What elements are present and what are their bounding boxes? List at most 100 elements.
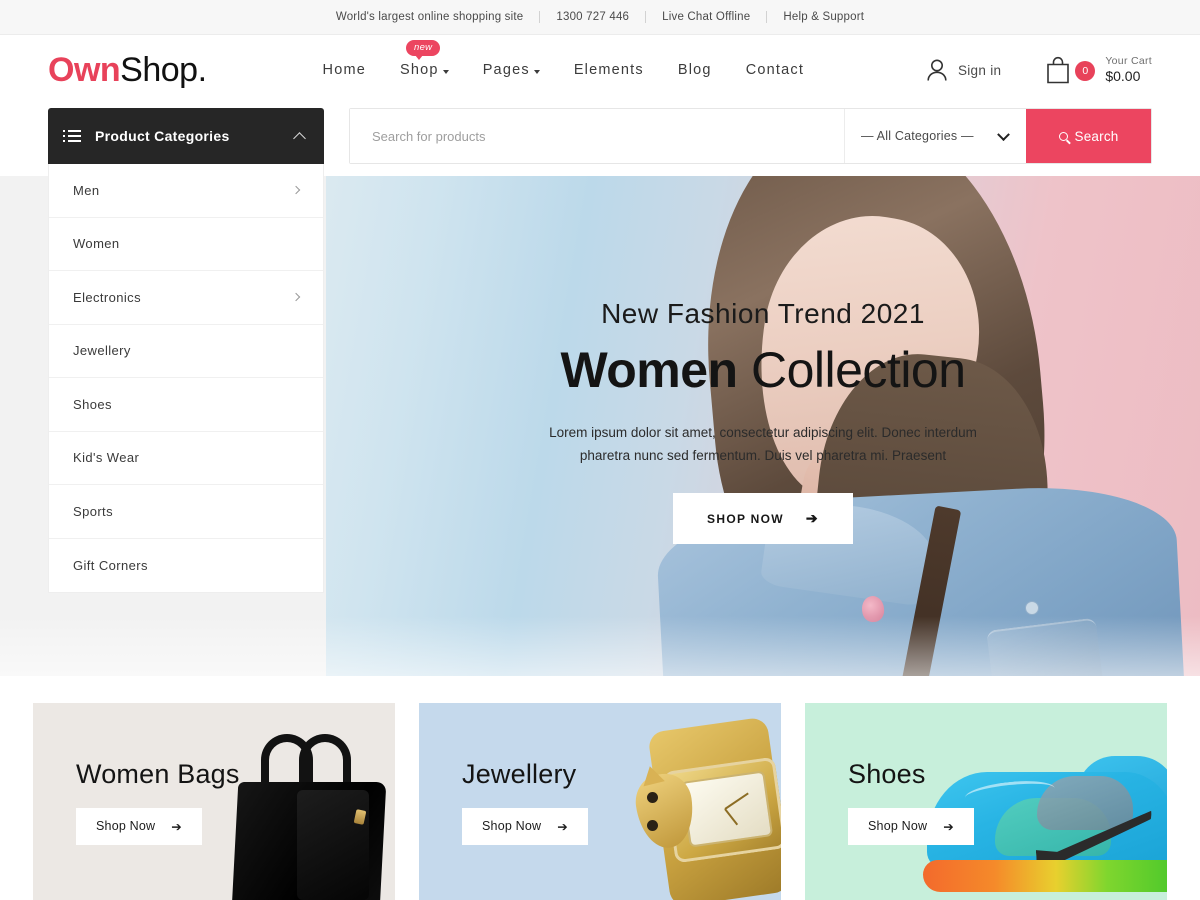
search-row: Product Categories Men Women Electronics… (0, 105, 1200, 593)
search-button-label: Search (1074, 128, 1119, 144)
chevron-right-icon (291, 186, 301, 195)
promo-shop-now-button[interactable]: Shop Now ➔ (848, 807, 974, 845)
category-item-jewellery[interactable]: Jewellery (49, 324, 323, 378)
topbar-live-chat[interactable]: Live Chat Offline (646, 11, 766, 23)
cart-total: $0.00 (1105, 67, 1141, 84)
promo-button-label: Shop Now (868, 819, 928, 833)
promo-shop-now-button[interactable]: Shop Now ➔ (462, 807, 588, 845)
search-button[interactable]: Search (1026, 109, 1151, 163)
chevron-down-icon (442, 69, 449, 74)
category-item-shoes[interactable]: Shoes (49, 378, 323, 432)
shopping-bag-icon (1047, 56, 1070, 84)
promo-button-label: Shop Now (96, 819, 156, 833)
gold-watch-image (607, 716, 781, 900)
nav-label: Home (322, 62, 367, 78)
category-item-kids-wear[interactable]: Kid's Wear (49, 431, 323, 485)
sign-in-label: Sign in (957, 62, 1002, 78)
site-logo[interactable]: OwnShop. (48, 53, 207, 87)
nav-item-blog[interactable]: Blog (678, 62, 712, 78)
promo-card-body: Jewellery Shop Now ➔ (419, 759, 588, 845)
hero-title: Women Collection (560, 341, 966, 398)
sneaker-sole (923, 860, 1167, 892)
product-categories-list: Men Women Electronics Jewellery Shoes Ki… (48, 164, 324, 593)
category-item-sports[interactable]: Sports (49, 485, 323, 539)
arrow-right-icon: ➔ (805, 510, 819, 527)
main-navigation: Home new Shop Pages Elements Blog Contac… (323, 40, 805, 78)
promo-shop-now-button[interactable]: Shop Now ➔ (76, 807, 202, 845)
cart-label: Your Cart (1105, 54, 1152, 67)
handbag-image (227, 734, 387, 900)
sign-in-button[interactable]: Sign in (926, 58, 1001, 82)
nav-label: Contact (745, 62, 805, 78)
search-category-value: — All Categories — (861, 129, 974, 143)
category-label: Jewellery (73, 343, 131, 359)
product-categories-header[interactable]: Product Categories (48, 108, 324, 164)
promo-card-title: Jewellery (462, 758, 577, 789)
category-item-men[interactable]: Men (49, 164, 323, 218)
promo-card-women-bags[interactable]: Women Bags Shop Now ➔ (33, 703, 395, 900)
nav-item-pages[interactable]: Pages (483, 62, 540, 78)
nav-label: Pages (482, 62, 530, 78)
promo-card-jewellery[interactable]: Jewellery Shop Now ➔ (419, 703, 781, 900)
cart-count-badge: 0 (1075, 61, 1096, 81)
nav-label: Shop (400, 62, 439, 78)
category-label: Men (73, 182, 100, 198)
cart-summary: Your Cart $0.00 (1105, 55, 1152, 86)
hero-kicker: New Fashion Trend 2021 (601, 297, 925, 329)
category-item-electronics[interactable]: Electronics (49, 271, 323, 325)
arrow-right-icon: ➔ (171, 819, 182, 834)
category-label: Kid's Wear (73, 450, 140, 466)
header-actions: Sign in 0 Your Cart $0.00 (926, 55, 1152, 86)
category-label: Gift Corners (73, 557, 148, 573)
arrow-right-icon: ➔ (557, 819, 568, 834)
chevron-down-icon (997, 128, 1010, 142)
top-info-bar: World's largest online shopping site 130… (0, 0, 1200, 35)
promo-card-shoes[interactable]: Shoes Shop Now ➔ (805, 703, 1167, 900)
hero-shop-now-button[interactable]: SHOP NOW ➔ (673, 493, 853, 545)
promo-card-title: Women Bags (76, 758, 240, 789)
promo-button-label: Shop Now (482, 819, 542, 833)
category-label: Sports (73, 503, 113, 519)
hero-description: Lorem ipsum dolor sit amet, consectetur … (549, 425, 977, 463)
user-icon (927, 59, 947, 81)
nav-item-shop[interactable]: new Shop (400, 40, 449, 78)
promo-card-body: Shoes Shop Now ➔ (805, 759, 974, 845)
promo-card-title: Shoes (848, 758, 926, 789)
nav-item-elements[interactable]: Elements (574, 62, 644, 78)
chevron-up-icon[interactable] (293, 131, 306, 145)
search-bar: — All Categories — Search (349, 108, 1152, 164)
handbag-flap (297, 790, 369, 900)
product-categories-title: Product Categories (95, 128, 230, 144)
watch-owl-eye (647, 792, 658, 803)
hero-title-bold: Women (560, 341, 738, 398)
chevron-right-icon (291, 293, 301, 302)
hero-title-light: Collection (750, 341, 966, 398)
topbar-help-support[interactable]: Help & Support (767, 11, 880, 23)
top-info-bar-items: World's largest online shopping site 130… (320, 11, 880, 23)
category-label: Shoes (73, 396, 112, 412)
category-item-women[interactable]: Women (49, 217, 323, 271)
topbar-tagline: World's largest online shopping site (335, 11, 524, 23)
chevron-down-icon (533, 69, 540, 74)
product-categories-panel: Product Categories Men Women Electronics… (48, 108, 324, 593)
list-icon (63, 130, 81, 142)
promo-card-row: Women Bags Shop Now ➔ Jewellery Shop Now… (0, 703, 1200, 900)
cart-widget[interactable]: 0 Your Cart $0.00 (1045, 55, 1152, 86)
search-icon (1058, 131, 1068, 141)
arrow-right-icon: ➔ (943, 819, 954, 834)
nav-item-contact[interactable]: Contact (746, 62, 804, 78)
site-header: OwnShop. Home new Shop Pages Elements Bl… (0, 35, 1200, 105)
logo-text: Shop. (120, 51, 207, 89)
search-category-select[interactable]: — All Categories — (844, 109, 1026, 163)
nav-item-home[interactable]: Home (323, 62, 366, 78)
hero-button-label: SHOP NOW (707, 511, 784, 526)
category-label: Women (73, 236, 120, 252)
hero-content: New Fashion Trend 2021 Women Collection … (326, 176, 1200, 676)
category-label: Electronics (73, 289, 141, 305)
promo-card-body: Women Bags Shop Now ➔ (33, 759, 240, 845)
search-input[interactable] (350, 109, 844, 163)
category-item-gift-corners[interactable]: Gift Corners (49, 538, 323, 592)
new-badge: new (406, 40, 441, 61)
topbar-phone[interactable]: 1300 727 446 (540, 11, 645, 23)
nav-label: Blog (677, 62, 712, 78)
